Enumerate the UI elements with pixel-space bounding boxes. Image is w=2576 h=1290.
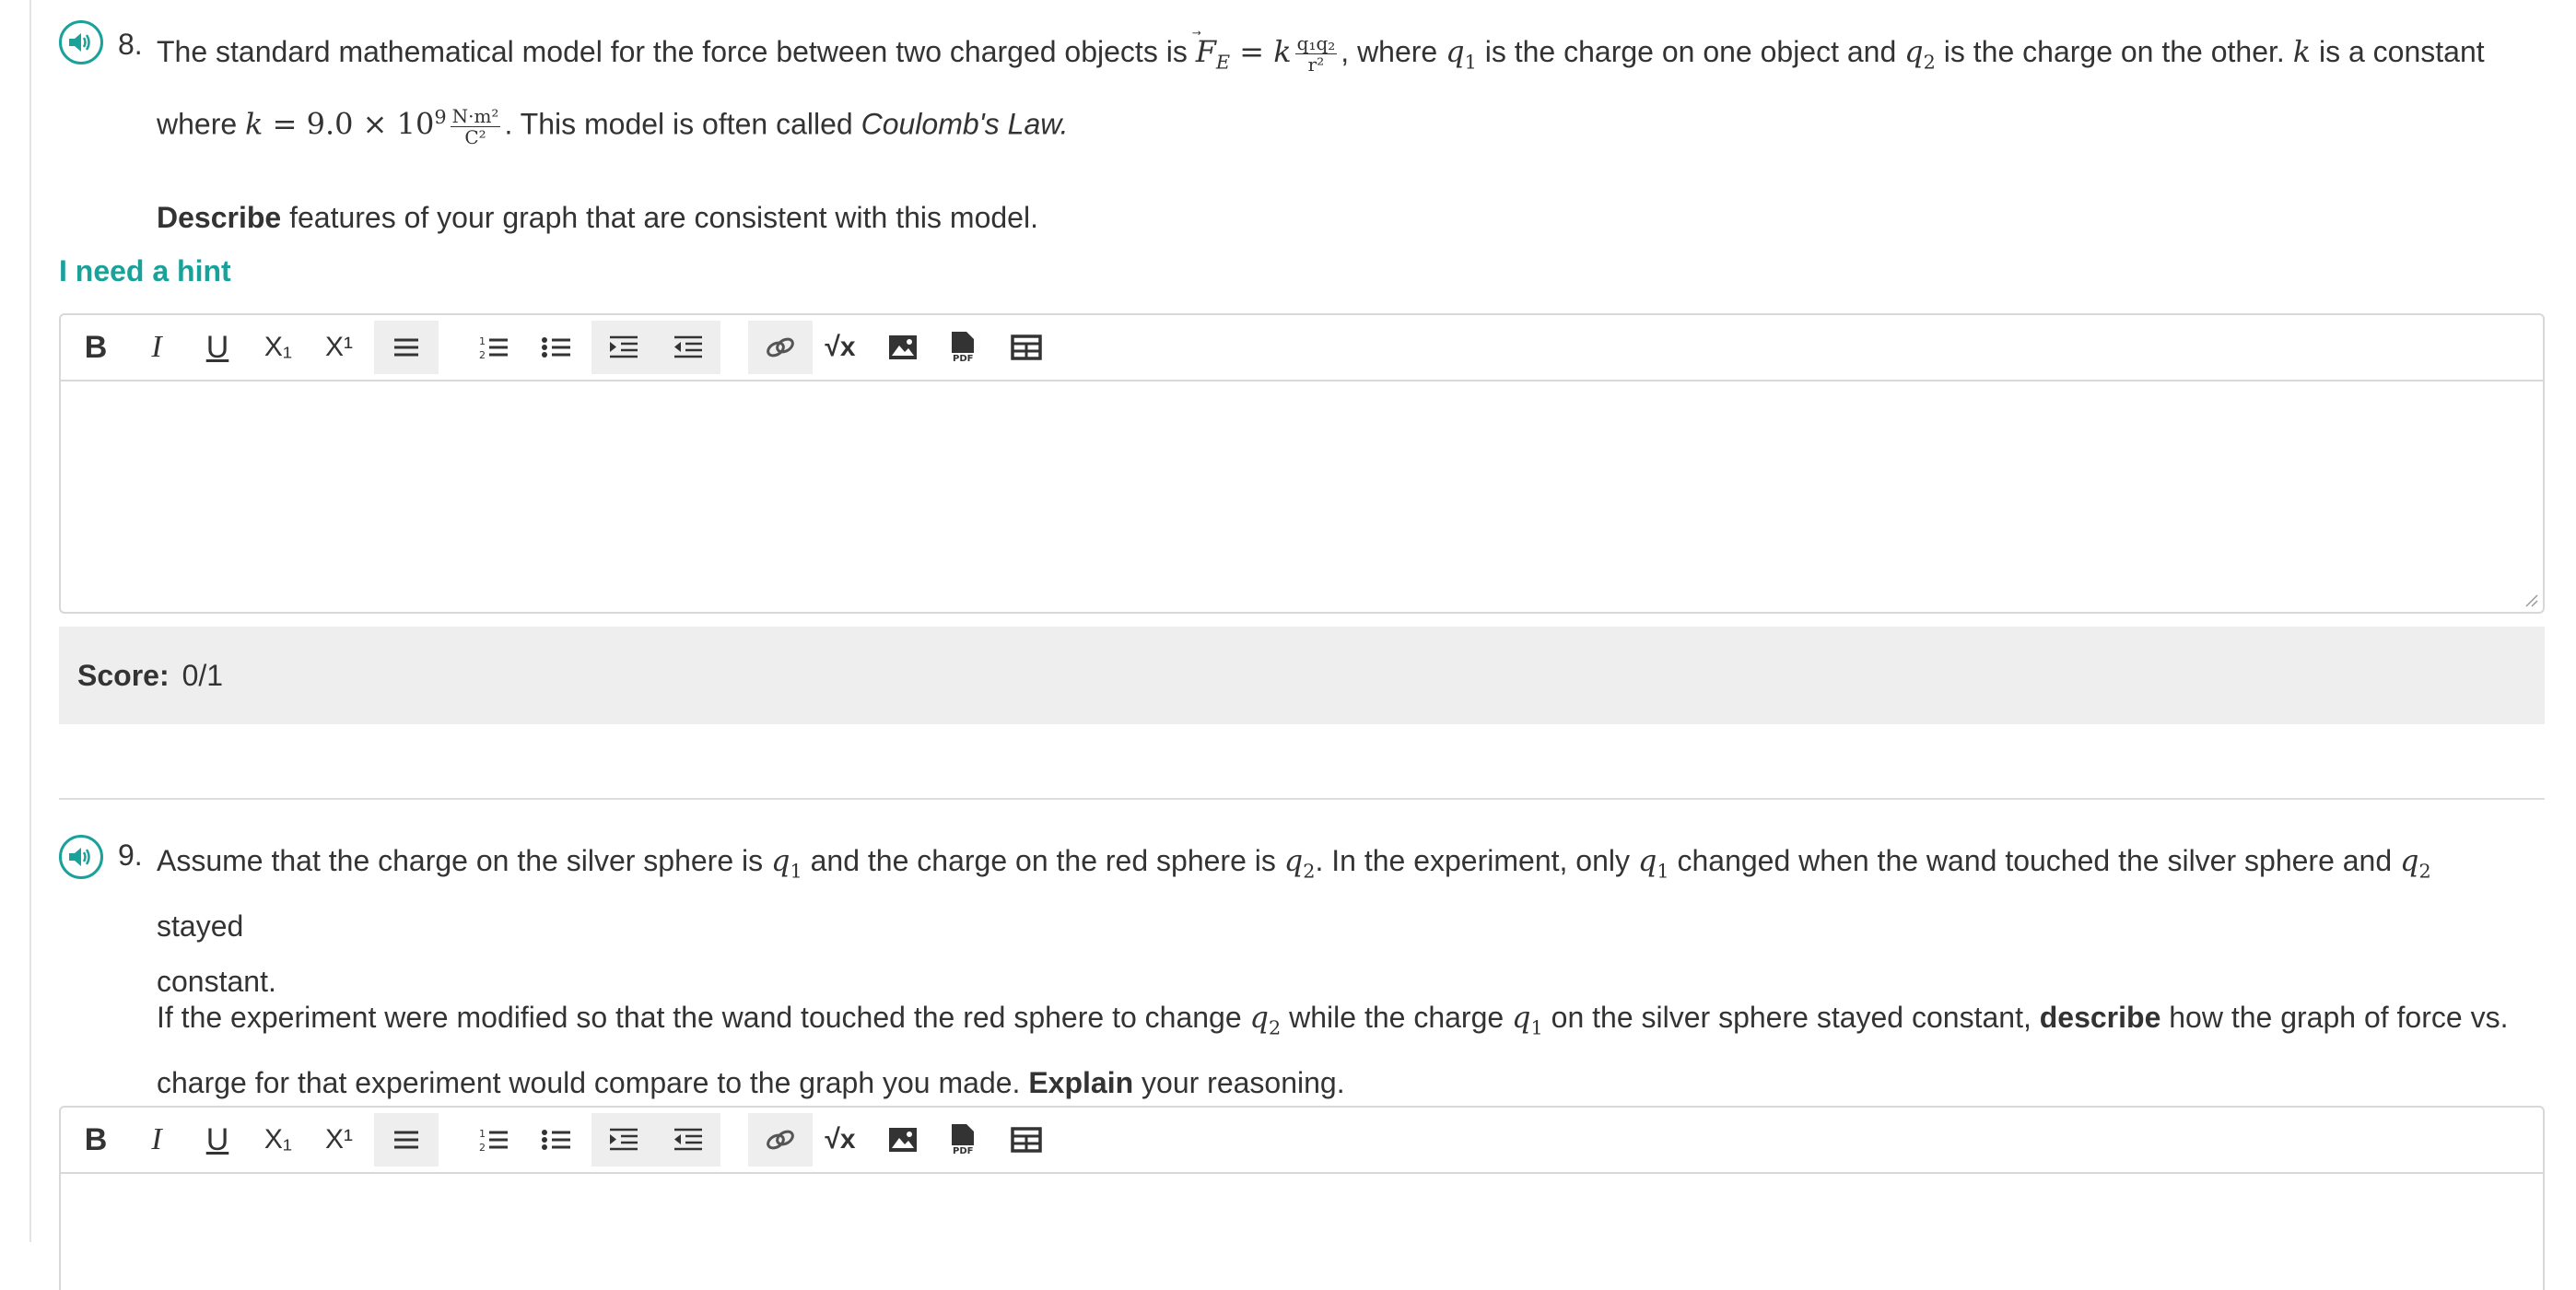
underline-button[interactable]: U: [190, 321, 245, 374]
math-equation-button[interactable]: √x: [813, 1113, 868, 1167]
svg-text:1: 1: [479, 1128, 486, 1140]
table-button[interactable]: [999, 321, 1054, 374]
editor-toolbar: B I U X₁ X¹ 12 √x PDF: [61, 1108, 2543, 1174]
question-text: The standard mathematical model for the …: [157, 32, 2485, 149]
superscript-button[interactable]: X¹: [311, 321, 367, 374]
svg-text:PDF: PDF: [953, 1146, 973, 1156]
pdf-button[interactable]: PDF: [936, 1113, 991, 1167]
question-divider: [59, 798, 2545, 800]
outdent-button[interactable]: [656, 1127, 720, 1153]
answer-text-area[interactable]: [61, 1174, 2543, 1284]
subscript-button[interactable]: X₁: [251, 321, 306, 374]
superscript-button[interactable]: X¹: [311, 1113, 367, 1167]
numbered-list-button[interactable]: 12: [466, 1113, 521, 1167]
image-icon: [889, 1128, 917, 1152]
unit-fraction: N·m² C²: [450, 105, 501, 149]
outdent-button[interactable]: [656, 334, 720, 360]
italic-button[interactable]: I: [129, 321, 184, 374]
link-icon: [767, 1130, 794, 1150]
svg-text:2: 2: [479, 349, 486, 360]
subscript-button[interactable]: X₁: [251, 1113, 306, 1167]
indent-button[interactable]: [591, 1127, 656, 1153]
outdent-icon: [674, 1128, 702, 1151]
svg-text:PDF: PDF: [953, 354, 973, 364]
align-justify-icon: [394, 338, 418, 357]
bullet-list-icon: [542, 1130, 570, 1150]
pdf-button[interactable]: PDF: [936, 321, 991, 374]
describe-prompt: Describe features of your graph that are…: [157, 201, 1038, 234]
editor-toolbar: B I U X₁ X¹ 12 √x PDF: [61, 315, 2543, 381]
speaker-icon-button[interactable]: [59, 20, 103, 64]
indent-icon: [610, 1128, 638, 1151]
image-button[interactable]: [875, 321, 931, 374]
table-button[interactable]: [999, 1113, 1054, 1167]
bullet-list-button[interactable]: [529, 321, 584, 374]
text: The standard mathematical model for the …: [157, 35, 1196, 68]
table-icon: [1011, 1127, 1042, 1153]
link-button[interactable]: [748, 1113, 813, 1167]
left-border-line: [29, 0, 31, 1242]
align-justify-icon: [394, 1131, 418, 1149]
indent-group: [591, 1113, 720, 1167]
speaker-icon: [69, 33, 90, 52]
numbered-list-icon: 12: [479, 335, 508, 360]
math-equation-button[interactable]: √x: [813, 321, 868, 374]
align-button[interactable]: [374, 321, 439, 374]
align-button[interactable]: [374, 1113, 439, 1167]
outdent-icon: [674, 335, 702, 358]
pdf-icon: PDF: [952, 1124, 974, 1156]
score-bar: Score: 0/1: [59, 627, 2545, 724]
modified-experiment-prompt: If the experiment were modified so that …: [157, 1000, 2509, 1100]
question-number: 9.: [118, 838, 143, 872]
indent-group: [591, 321, 720, 374]
resize-handle-icon[interactable]: [2523, 592, 2539, 608]
bullet-list-icon: [542, 337, 570, 358]
image-icon: [889, 335, 917, 359]
pdf-icon: PDF: [952, 332, 974, 364]
indent-button[interactable]: [591, 334, 656, 360]
bullet-list-button[interactable]: [529, 1113, 584, 1167]
link-icon: [767, 337, 794, 358]
hint-link[interactable]: I need a hint: [59, 254, 231, 288]
score-label: Score:: [77, 658, 170, 692]
answer-editor: B I U X₁ X¹ 12 √x PDF: [59, 313, 2545, 614]
link-button[interactable]: [748, 321, 813, 374]
numbered-list-button[interactable]: 12: [466, 321, 521, 374]
numbered-list-icon: 12: [479, 1128, 508, 1153]
law-name: Coulomb's Law.: [861, 108, 1069, 142]
indent-icon: [610, 335, 638, 358]
svg-text:1: 1: [479, 335, 486, 347]
score-value: 0/1: [181, 658, 224, 692]
answer-text-area[interactable]: [61, 381, 2543, 612]
bold-button[interactable]: B: [68, 1113, 123, 1167]
underline-button[interactable]: U: [190, 1113, 245, 1167]
answer-editor: B I U X₁ X¹ 12 √x PDF: [59, 1106, 2545, 1290]
formula-fraction: q₁q₂ r²: [1294, 32, 1338, 76]
speaker-icon-button[interactable]: [59, 835, 103, 879]
question-number: 8.: [118, 28, 143, 61]
speaker-icon: [69, 848, 90, 866]
svg-text:2: 2: [479, 1142, 486, 1153]
bold-button[interactable]: B: [68, 321, 123, 374]
table-icon: [1011, 334, 1042, 360]
image-button[interactable]: [875, 1113, 931, 1167]
italic-button[interactable]: I: [129, 1113, 184, 1167]
force-symbol: F⃗E: [1195, 34, 1231, 74]
question-text: Assume that the charge on the silver sph…: [157, 843, 2431, 999]
